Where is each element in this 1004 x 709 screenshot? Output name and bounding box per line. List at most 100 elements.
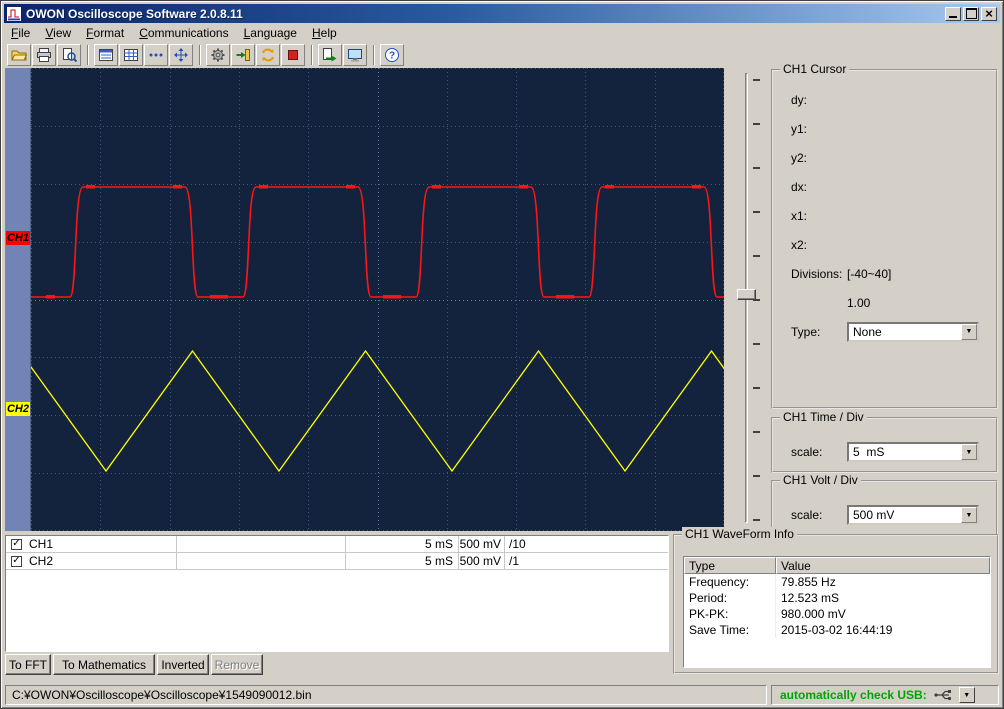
ch1-voltdiv: 500 mV <box>459 537 501 551</box>
usb-dropdown-button[interactable] <box>958 687 975 703</box>
minimize-button[interactable] <box>945 6 961 21</box>
time-div-value: 5 mS <box>853 445 885 459</box>
wf-header-type: Type <box>684 557 776 574</box>
y1-label: y1: <box>791 121 808 136</box>
table-row-ch2[interactable]: ✓ CH2 5 mS 500 mV /1 <box>6 553 668 570</box>
usb-status-label: automatically check USB: <box>780 688 927 702</box>
pan-button[interactable] <box>169 44 193 66</box>
menu-file[interactable]: File <box>4 24 38 42</box>
ch2-tag[interactable]: CH2 <box>6 402 30 416</box>
monitor-icon <box>348 49 362 62</box>
menu-view[interactable]: View <box>38 24 79 42</box>
dy-label: dy: <box>791 92 808 107</box>
divisions-range: [-40~40] <box>847 266 892 281</box>
ch1-probe: /10 <box>509 537 526 551</box>
volt-div-value: 500 mV <box>853 508 895 522</box>
ch2-timediv: 5 mS <box>424 554 453 568</box>
svg-text:?: ? <box>389 51 395 62</box>
channel-strip: CH1 CH2 <box>5 68 31 531</box>
ch1-time-div-panel: CH1 Time / Div scale: 5 mS <box>771 410 998 473</box>
menu-communications[interactable]: Communications <box>132 24 236 42</box>
connect-icon <box>236 49 250 61</box>
print-preview-button[interactable] <box>57 44 81 66</box>
settings-button[interactable] <box>206 44 230 66</box>
grid-view-button[interactable] <box>119 44 143 66</box>
toolbar: ? <box>4 42 1000 68</box>
dots-view-button[interactable] <box>144 44 168 66</box>
maximize-button[interactable] <box>963 6 979 21</box>
menu-language[interactable]: Language <box>237 24 305 42</box>
to-mathematics-button[interactable]: To Mathematics <box>53 654 155 675</box>
print-button[interactable] <box>32 44 56 66</box>
volt-div-select[interactable]: 500 mV <box>847 505 979 525</box>
vertical-slider-thumb[interactable] <box>737 289 756 300</box>
auto-run-button[interactable] <box>256 44 280 66</box>
screenshot-button[interactable] <box>343 44 367 66</box>
ch1-cursor-panel: CH1 Cursor dy: y1: y2: dx: x1: x2: Divis… <box>771 62 998 409</box>
export-button[interactable] <box>318 44 342 66</box>
export-icon <box>323 48 337 62</box>
time-div-title: CH1 Time / Div <box>780 410 867 424</box>
chevron-down-icon[interactable] <box>961 444 977 460</box>
dx-label: dx: <box>791 179 808 194</box>
ch1-tag[interactable]: CH1 <box>6 231 30 245</box>
close-button[interactable] <box>981 6 997 21</box>
table-row-ch1[interactable]: ✓ CH1 5 mS 500 mV /10 <box>6 536 668 553</box>
cursor-type-value: None <box>853 324 882 339</box>
ch1-checkbox[interactable]: ✓ <box>11 538 22 550</box>
toolbar-separator <box>373 45 375 65</box>
table-row: PK-PK: 980.000 mV <box>684 606 990 622</box>
dots-icon <box>149 53 163 57</box>
gear-icon <box>211 48 225 62</box>
cursor-type-label: Type: <box>791 324 821 339</box>
to-fft-button[interactable]: To FFT <box>5 654 51 675</box>
vertical-slider-ticks <box>753 79 760 525</box>
ch2-voltdiv: 500 mV <box>459 554 501 568</box>
ch2-checkbox[interactable]: ✓ <box>11 555 22 567</box>
waveform-info-table: Type Value Frequency: 79.855 Hz Period: 12… <box>683 556 991 668</box>
ch1-waveform-info-panel: CH1 WaveForm Info Type Value Frequency: 7… <box>673 527 999 674</box>
title-bar: OWON Oscilloscope Software 2.0.8.11 <box>4 4 1000 23</box>
menu-bar: File View Format Communications Language… <box>4 23 1000 42</box>
refresh-arrows-icon <box>262 48 274 62</box>
scope-canvas <box>31 68 724 531</box>
waveform-list-button[interactable] <box>94 44 118 66</box>
stop-square-icon <box>288 50 298 60</box>
window-title: OWON Oscilloscope Software 2.0.8.11 <box>26 6 243 21</box>
status-usb-panel: automatically check USB: <box>771 685 999 705</box>
remove-button[interactable]: Remove <box>211 654 263 675</box>
help-button[interactable]: ? <box>380 44 404 66</box>
status-file-path: C:¥OWON¥Oscilloscope¥Oscilloscope¥154909… <box>5 685 767 705</box>
chevron-down-icon[interactable] <box>961 323 977 340</box>
app-icon <box>7 6 21 21</box>
ch1-timediv: 5 mS <box>424 537 453 551</box>
cursor-type-select[interactable]: None <box>847 321 979 342</box>
chevron-down-icon[interactable] <box>961 507 977 523</box>
toolbar-separator <box>87 45 89 65</box>
menu-format[interactable]: Format <box>79 24 132 42</box>
channel-table: ✓ CH1 5 mS 500 mV /10 ✓ CH2 5 mS 500 mV /1 <box>5 535 669 652</box>
y2-label: y2: <box>791 150 808 165</box>
open-file-button[interactable] <box>7 44 31 66</box>
table-row: Frequency: 79.855 Hz <box>684 574 990 590</box>
divisions-label: Divisions: <box>791 266 843 281</box>
help-icon: ? <box>385 48 399 62</box>
waveform-info-title: CH1 WaveForm Info <box>682 527 797 541</box>
connect-button[interactable] <box>231 44 255 66</box>
time-div-select[interactable]: 5 mS <box>847 442 979 462</box>
volt-div-title: CH1 Volt / Div <box>780 473 861 487</box>
inverted-button[interactable]: Inverted <box>157 654 209 675</box>
grid-icon <box>124 49 138 61</box>
app-window: OWON Oscilloscope Software 2.0.8.11 File… <box>0 0 1004 709</box>
ch1-volt-div-panel: CH1 Volt / Div scale: 500 mV <box>771 473 998 536</box>
scope-display[interactable] <box>31 68 724 531</box>
ch2-probe: /1 <box>509 554 520 568</box>
cursor-panel-title: CH1 Cursor <box>780 62 850 76</box>
time-scale-label: scale: <box>791 445 823 459</box>
menu-help[interactable]: Help <box>305 24 345 42</box>
stop-button[interactable] <box>281 44 305 66</box>
volt-scale-label: scale: <box>791 508 823 522</box>
x2-label: x2: <box>791 237 808 252</box>
table-row: Save Time: 2015-03-02 16:44:19 <box>684 622 990 638</box>
x1-label: x1: <box>791 208 808 223</box>
